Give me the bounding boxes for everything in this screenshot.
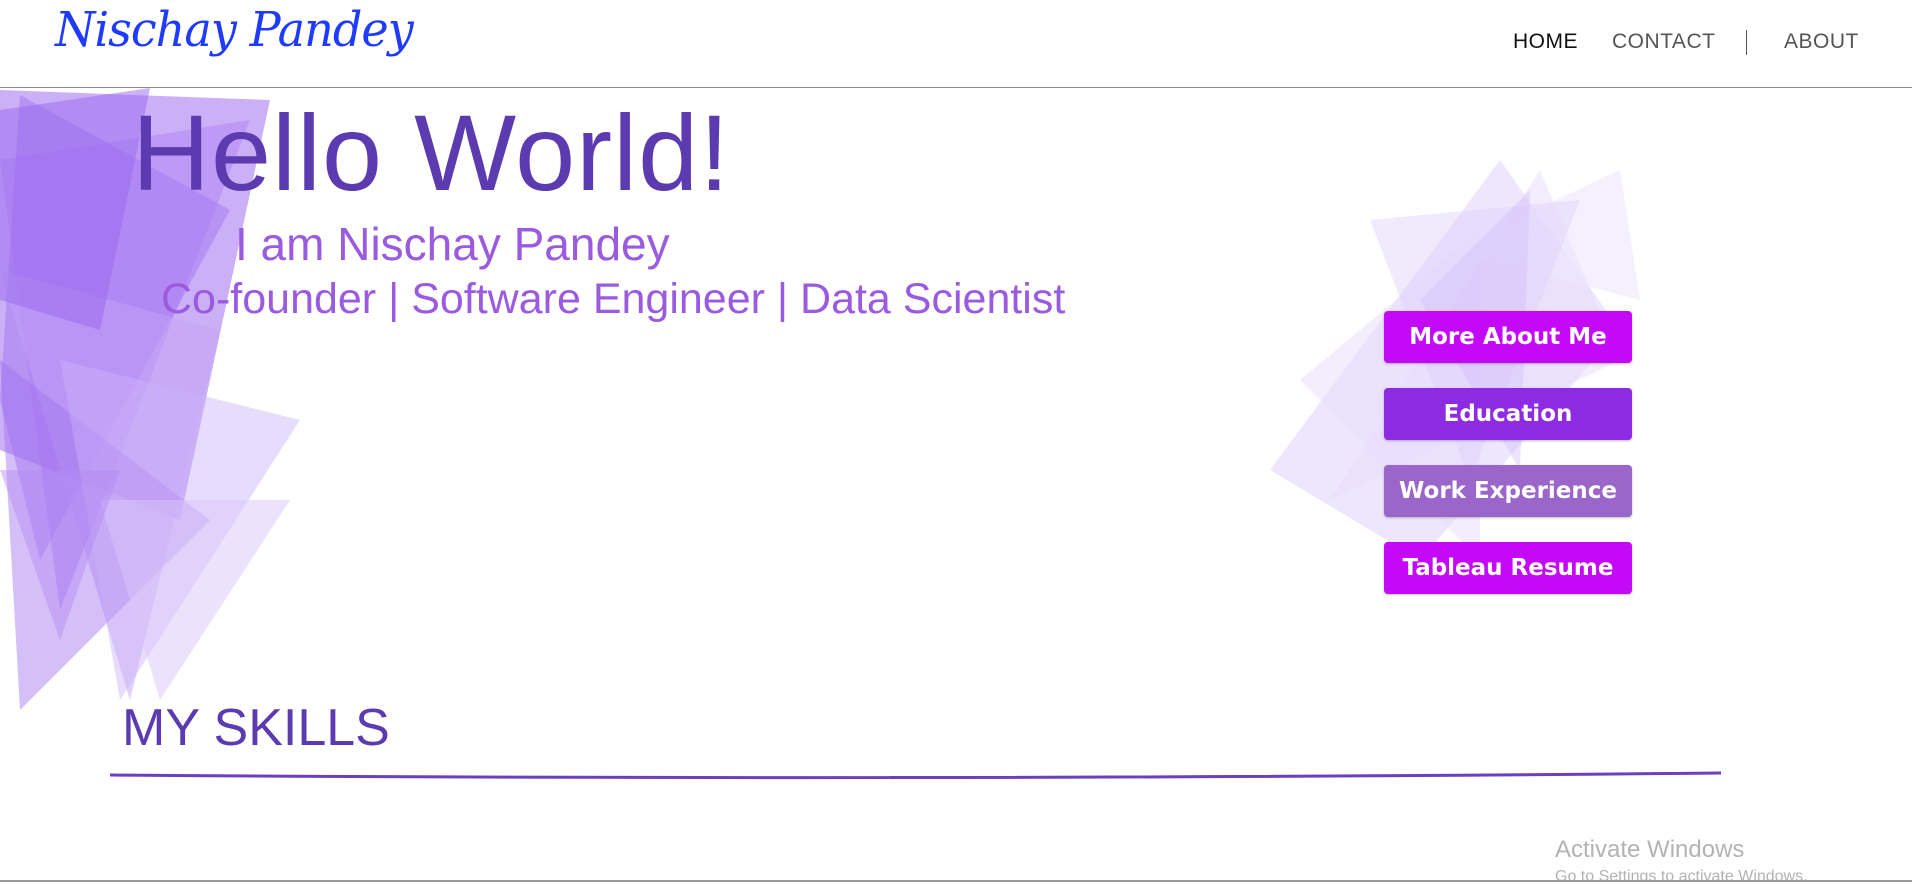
nav-home-link[interactable]: HOME [1513,30,1578,56]
work-experience-button[interactable]: Work Experience [1384,465,1632,517]
tableau-resume-button[interactable]: Tableau Resume [1384,542,1632,594]
nav-contact-link[interactable]: CONTACT [1612,30,1715,56]
hero-name-line: I am Nischay Pandey [235,218,670,270]
hero-title: Hello World! [132,92,731,213]
hero-roles-line: Co-founder | Software Engineer | Data Sc… [161,275,1066,323]
activate-windows-watermark: Activate Windows [1555,836,1745,863]
top-navbar: Nischay Pandey HOME CONTACT ABOUT [0,0,1912,88]
nav-about-link[interactable]: ABOUT [1784,30,1859,56]
nav-divider [1746,30,1747,55]
more-about-me-button[interactable]: More About Me [1384,311,1632,363]
brand-logo[interactable]: Nischay Pandey [55,2,414,58]
skills-underline [109,771,1722,780]
education-button[interactable]: Education [1384,388,1632,440]
page: Nischay Pandey HOME CONTACT ABOUT Hello … [0,0,1912,882]
skills-heading: MY SKILLS [122,699,390,757]
